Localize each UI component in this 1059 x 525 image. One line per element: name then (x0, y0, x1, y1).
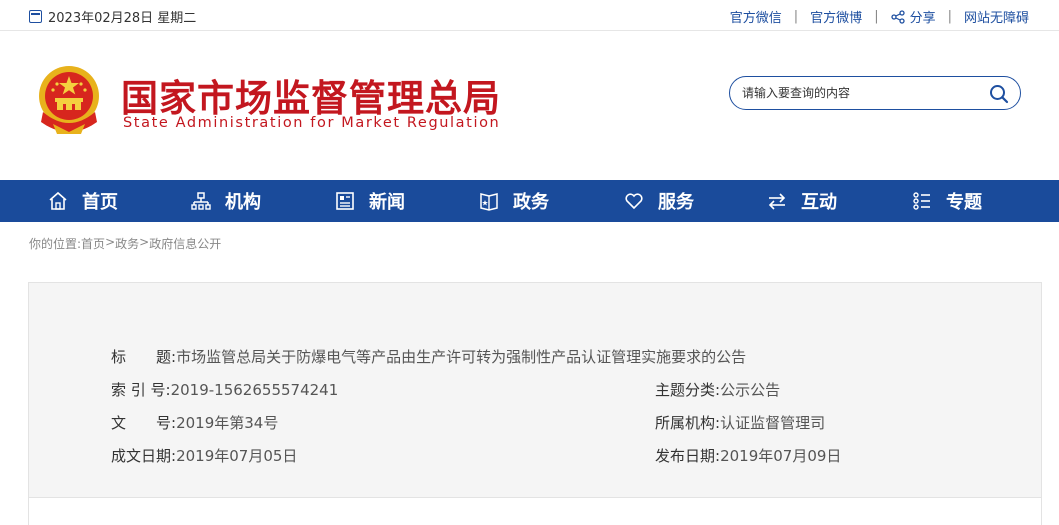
calendar-icon (29, 10, 42, 23)
title-value: 市场监管总局关于防爆电气等产品由生产许可转为强制性产品认证管理实施要求的公告 (176, 348, 747, 366)
breadcrumb: 你的位置: 首页 > 政务 > 政府信息公开 (29, 235, 221, 252)
index-row: 索 引 号:2019-1562655574241 (111, 379, 338, 400)
share-icon (890, 9, 905, 24)
current-date: 2023年02月28日 星期二 (29, 7, 196, 26)
weibo-link[interactable]: 官方微博 (810, 7, 862, 26)
site-subtitle: State Administration for Market Regulati… (123, 115, 501, 131)
created-date-label: 成文日期: (111, 447, 177, 465)
nav-item-service[interactable]: 服务 (624, 180, 694, 222)
content-area (28, 498, 1042, 525)
topic-label: 主题分类: (655, 381, 721, 399)
book-icon (480, 193, 498, 211)
list-icon (913, 192, 930, 210)
org-value: 认证监督管理司 (720, 414, 826, 432)
nav-item-topics[interactable]: 专题 (912, 180, 982, 222)
nav-label: 互动 (801, 192, 837, 213)
created-date-row: 成文日期:2019年07月05日 (111, 445, 297, 466)
document-info-panel: 标 题:市场监管总局关于防爆电气等产品由生产许可转为强制性产品认证管理实施要求的… (28, 282, 1042, 498)
breadcrumb-affairs[interactable]: 政务 (115, 235, 139, 252)
org-label: 所属机构: (655, 414, 721, 432)
nav-label: 首页 (82, 192, 118, 213)
nav-item-news[interactable]: 新闻 (335, 180, 405, 222)
org-row: 所属机构:认证监督管理司 (655, 412, 825, 433)
search-box (729, 76, 1021, 110)
nav-label: 机构 (225, 192, 261, 213)
published-date-label: 发布日期: (655, 447, 721, 465)
title-label: 标 题: (111, 348, 177, 366)
separator: | (793, 9, 799, 24)
breadcrumb-prefix: 你的位置: (29, 237, 82, 251)
separator: | (947, 9, 952, 24)
nav-item-interact[interactable]: 互动 (767, 180, 837, 222)
breadcrumb-separator: > (105, 235, 116, 249)
nav-item-org[interactable]: 机构 (191, 180, 261, 222)
top-bar: 2023年02月28日 星期二 官方微信 | 官方微博 | 分享 | 网站无障碍 (0, 0, 1059, 31)
index-value: 2019-1562655574241 (170, 381, 339, 399)
separator: | (874, 9, 879, 24)
nav-label: 新闻 (369, 192, 405, 213)
nav-label: 服务 (658, 192, 694, 213)
nav-label: 专题 (946, 192, 982, 213)
home-icon (49, 191, 67, 210)
site-header: 国家市场监督管理总局 State Administration for Mark… (0, 32, 1059, 180)
search-icon[interactable] (989, 84, 1009, 104)
search-input[interactable] (742, 83, 982, 103)
exchange-icon (768, 193, 786, 210)
published-date-value: 2019年07月09日 (720, 447, 842, 465)
heart-icon (625, 193, 643, 210)
title-row: 标 题:市场监管总局关于防爆电气等产品由生产许可转为强制性产品认证管理实施要求的… (111, 346, 746, 367)
created-date-value: 2019年07月05日 (176, 447, 298, 465)
doc-number-label: 文 号: (111, 414, 177, 432)
breadcrumb-home[interactable]: 首页 (81, 235, 105, 252)
nav-item-affairs[interactable]: 政务 (479, 180, 549, 222)
main-nav: 首页 机构 新闻 政务 服务 互动 专题 (0, 180, 1059, 222)
newspaper-icon (336, 192, 354, 210)
published-date-row: 发布日期:2019年07月09日 (655, 445, 841, 466)
share-label: 分享 (909, 11, 936, 26)
national-emblem-icon[interactable] (33, 62, 105, 140)
breadcrumb-public-info[interactable]: 政府信息公开 (149, 235, 221, 252)
topic-value: 公示公告 (720, 381, 781, 399)
top-links: 官方微信 | 官方微博 | 分享 | 网站无障碍 (730, 7, 1029, 26)
accessibility-link[interactable]: 网站无障碍 (964, 7, 1029, 26)
site-title[interactable]: 国家市场监督管理总局 (121, 68, 501, 122)
nav-label: 政务 (513, 192, 549, 213)
date-text: 2023年02月28日 星期二 (48, 11, 197, 26)
breadcrumb-separator: > (139, 235, 150, 249)
nav-item-home[interactable]: 首页 (48, 180, 118, 222)
wechat-link[interactable]: 官方微信 (730, 7, 782, 26)
topic-row: 主题分类:公示公告 (655, 379, 780, 400)
share-link[interactable]: 分享 (890, 7, 936, 26)
index-label: 索 引 号: (111, 381, 171, 399)
org-chart-icon (191, 192, 211, 210)
doc-number-value: 2019年第34号 (176, 414, 279, 432)
doc-number-row: 文 号:2019年第34号 (111, 412, 278, 433)
